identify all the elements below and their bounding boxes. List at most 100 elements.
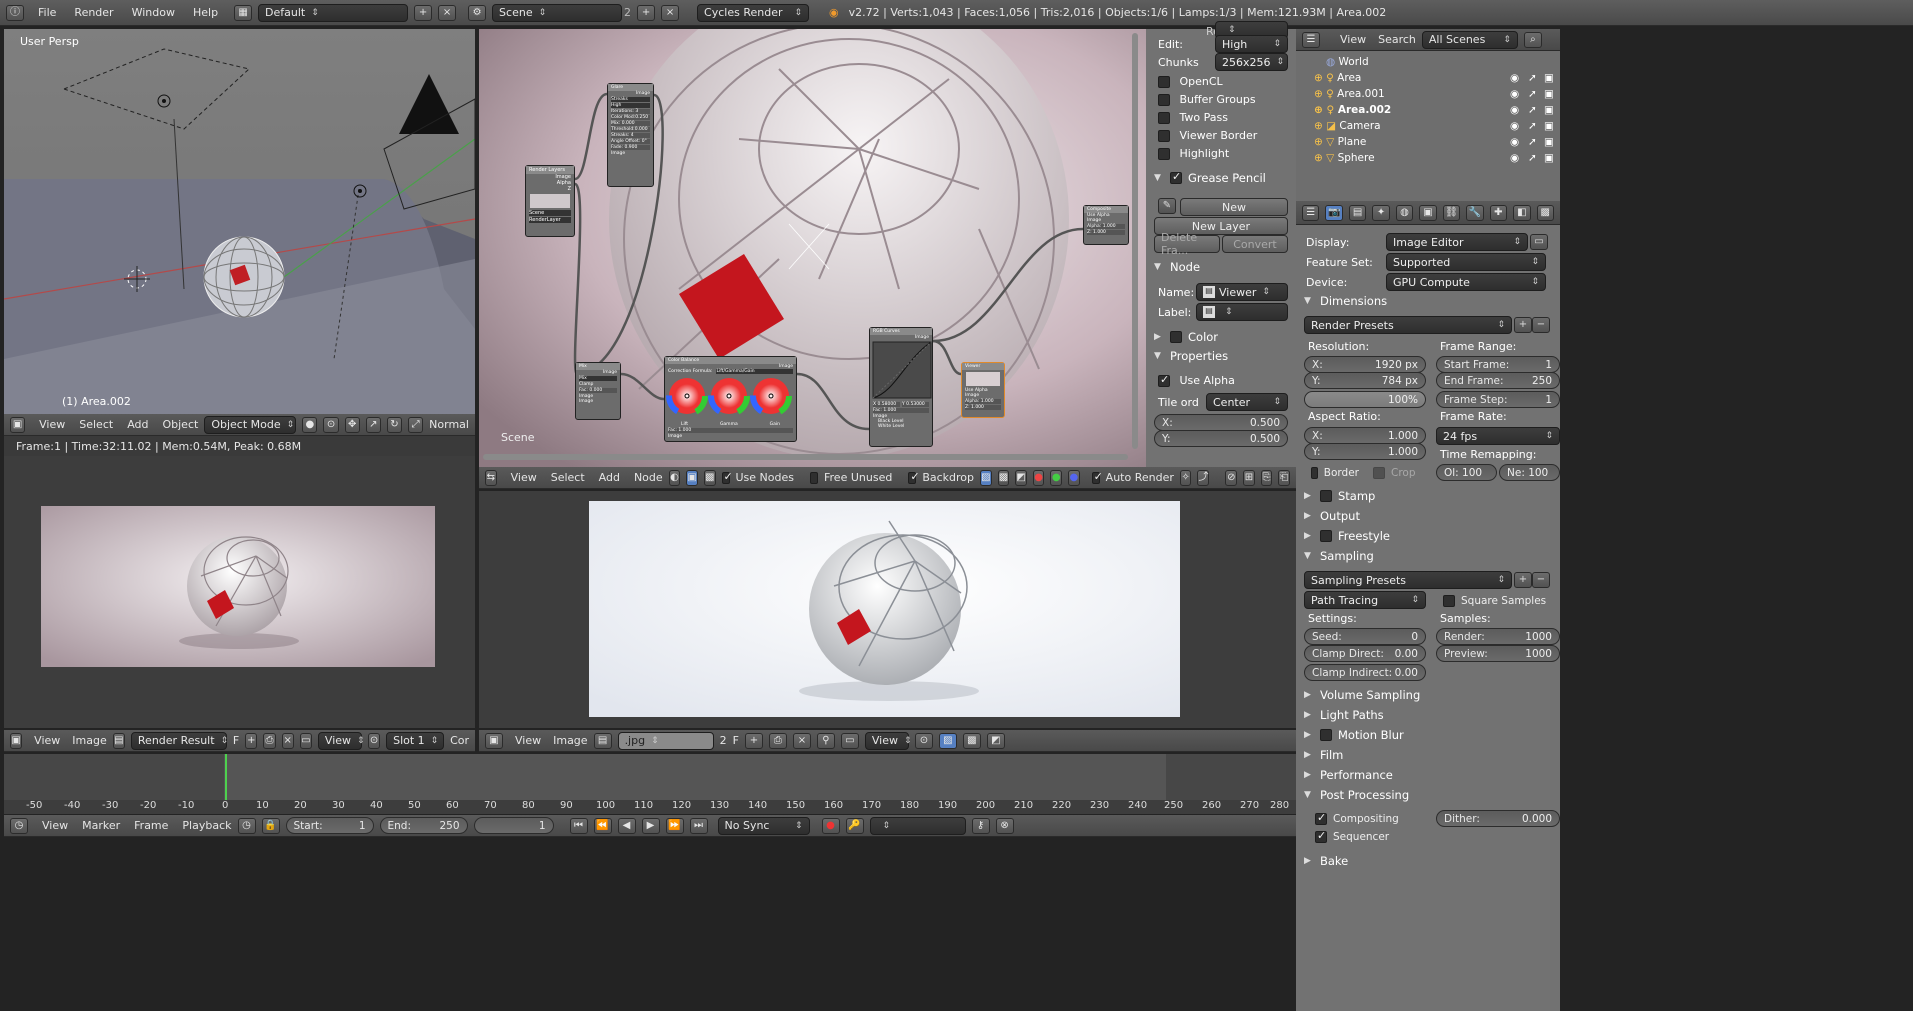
compositor-tree-icon[interactable]: ▣	[686, 469, 698, 486]
bake-section[interactable]: ▶ Bake	[1304, 852, 1554, 870]
paste-icon[interactable]: ⎗	[1278, 469, 1290, 486]
highlight-checkbox[interactable]	[1158, 148, 1170, 160]
outliner-item-world[interactable]: ◍ World	[1326, 56, 1556, 72]
timeline-menu-marker[interactable]: Marker	[82, 819, 120, 832]
resolution-x[interactable]: X: 1920 px	[1304, 356, 1426, 373]
translate-icon[interactable]: ↗	[365, 416, 381, 433]
dimensions-section[interactable]: ▼ Dimensions	[1304, 292, 1554, 310]
crop-checkbox[interactable]	[1373, 466, 1385, 479]
render-camera-icon[interactable]: ▣	[1544, 104, 1554, 116]
sequencer-row[interactable]: Sequencer	[1308, 828, 1428, 845]
node-color-balance[interactable]: Color Balance Image Correction Formula: …	[664, 356, 797, 442]
node-render-layers[interactable]: Render Layers Image Alpha Z Scene Render…	[525, 165, 575, 237]
use-alpha-checkbox[interactable]	[1158, 373, 1170, 387]
node-section[interactable]: ▼ Node	[1154, 258, 1288, 276]
preview-samples-field[interactable]: Preview: 1000	[1436, 645, 1560, 662]
red-channel-icon[interactable]: ●	[1032, 469, 1045, 486]
node-glare-field[interactable]: Mix: 0.000	[611, 121, 650, 126]
unlink-image-icon[interactable]: ×	[281, 732, 294, 749]
light-paths-section[interactable]: ▶ Light Paths	[1304, 706, 1554, 724]
color-section[interactable]: ▶ Color	[1154, 328, 1288, 346]
add-sampling-preset-icon[interactable]: +	[1514, 572, 1532, 588]
square-samples-checkbox[interactable]	[1443, 594, 1455, 607]
resolution-y[interactable]: Y: 784 px	[1304, 372, 1426, 389]
properties-type-icon[interactable]: ☰	[1302, 204, 1320, 221]
feature-set-select[interactable]: Supported	[1386, 253, 1546, 271]
image-editor-type-icon[interactable]: ▣	[10, 732, 23, 749]
blue-channel-icon[interactable]: ●	[1068, 469, 1080, 486]
compositing-checkbox[interactable]	[1315, 811, 1327, 825]
render-camera-icon[interactable]: ▣	[1544, 72, 1554, 84]
scene-icon[interactable]: ⚙	[468, 4, 487, 21]
green-channel-icon[interactable]: ●	[1050, 469, 1063, 486]
select-arrow-icon[interactable]: ➚	[1528, 104, 1537, 116]
dither-field[interactable]: Dither: 0.000	[1436, 810, 1560, 827]
clamp-indirect-field[interactable]: Clamp Indirect: 0.00	[1304, 664, 1426, 681]
delete-frame-button[interactable]: Delete Fra...	[1154, 231, 1220, 257]
node-scene-field[interactable]: Scene	[529, 210, 571, 216]
display-alpha-icon[interactable]: ▩	[962, 732, 981, 749]
object-tab-icon[interactable]: ▣	[1419, 204, 1437, 221]
freestyle-section[interactable]: ▶ Freestyle	[1304, 527, 1554, 545]
output-section[interactable]: ▶ Output	[1304, 507, 1554, 525]
outliner-item-sphere[interactable]: ⊕ ▽ Sphere ◉ ➚ ▣	[1314, 152, 1556, 168]
play-icon[interactable]: ▶	[641, 817, 660, 834]
jump-end-icon[interactable]: ⏭	[689, 817, 708, 834]
curve-x-field[interactable]: X 0.58000	[873, 402, 900, 407]
display-select[interactable]: Image Editor	[1386, 233, 1528, 251]
render-tool-icon[interactable]: ✧	[1179, 469, 1192, 486]
seed-field[interactable]: Seed: 0	[1304, 628, 1426, 645]
data-tab-icon[interactable]: ✚	[1489, 204, 1508, 221]
view-mode-icon[interactable]: ▭	[299, 732, 312, 749]
node-glare-field[interactable]: Fade: 0.900	[611, 145, 650, 150]
outliner-item-area001[interactable]: ⊕ ♀ Area.001 ◉ ➚ ▣	[1314, 88, 1556, 104]
node-glare-field[interactable]: Iterations: 3	[611, 109, 650, 114]
viewport-menu-object[interactable]: Object	[162, 418, 198, 431]
border-row[interactable]: Border	[1304, 464, 1366, 481]
crop-row[interactable]: Crop	[1366, 464, 1428, 481]
visibility-eye-icon[interactable]: ◉	[1510, 72, 1519, 84]
visibility-eye-icon[interactable]: ◉	[1510, 120, 1519, 132]
remove-scene-icon[interactable]: ×	[661, 4, 680, 21]
new-image-icon[interactable]: +	[245, 732, 258, 749]
unlink-image-icon[interactable]: ×	[792, 732, 811, 749]
motion-blur-checkbox[interactable]	[1320, 729, 1332, 741]
preview-range-icon[interactable]: ◷	[237, 817, 256, 834]
add-preset-icon[interactable]: +	[1514, 317, 1532, 333]
node-menu-add[interactable]: Add	[599, 471, 620, 484]
texture-tree-icon[interactable]: ▩	[703, 469, 716, 486]
jump-start-icon[interactable]: ⏮	[569, 817, 588, 834]
play-reverse-icon[interactable]: ◀	[617, 817, 636, 834]
compositing-row[interactable]: Compositing	[1308, 810, 1428, 827]
render-presets-select[interactable]: Render Presets	[1304, 316, 1512, 334]
image-name-field[interactable]: .jpg	[617, 731, 714, 750]
start-frame-field[interactable]: Start Frame: 1	[1436, 356, 1560, 373]
viewport-menu-add[interactable]: Add	[127, 418, 148, 431]
clamp-direct-field[interactable]: Clamp Direct: 0.00	[1304, 645, 1426, 662]
add-scene-icon[interactable]: +	[637, 4, 656, 21]
outliner-display-mode[interactable]: All Scenes	[1421, 30, 1518, 49]
menu-file[interactable]: File	[38, 6, 56, 19]
viewer-border-row[interactable]: Viewer Border	[1158, 129, 1257, 142]
node-menu-node[interactable]: Node	[634, 471, 663, 484]
color-wheels[interactable]	[665, 374, 798, 420]
frame-rate-select[interactable]: 24 fps	[1436, 427, 1560, 445]
pin-icon[interactable]: ⚲	[816, 732, 835, 749]
menu-window[interactable]: Window	[132, 6, 175, 19]
node-menu-view[interactable]: View	[511, 471, 537, 484]
delete-keyframe-icon[interactable]: ⊗	[995, 817, 1014, 834]
end-frame-field[interactable]: End Frame: 250	[1436, 372, 1560, 389]
color-checkbox[interactable]	[1170, 331, 1182, 343]
image-editor-type-icon[interactable]: ▣	[485, 732, 503, 749]
render-tab-icon[interactable]: 📷	[1325, 204, 1343, 221]
post-processing-section[interactable]: ▼ Post Processing	[1304, 786, 1554, 804]
node-rgb-curves-fac[interactable]: Fac: 1.000	[873, 408, 929, 413]
image-browse-icon[interactable]: ▤	[112, 732, 125, 749]
node-label-field[interactable]: ▤	[1196, 303, 1288, 321]
view3d-editor-icon[interactable]: ▣	[10, 416, 26, 433]
layout-selector[interactable]: Default	[258, 3, 409, 22]
square-samples-row[interactable]: Square Samples	[1436, 592, 1560, 609]
select-arrow-icon[interactable]: ➚	[1528, 136, 1537, 148]
render-camera-icon[interactable]: ▣	[1544, 152, 1554, 164]
curve-y-field[interactable]: Y 0.53000	[902, 402, 929, 407]
